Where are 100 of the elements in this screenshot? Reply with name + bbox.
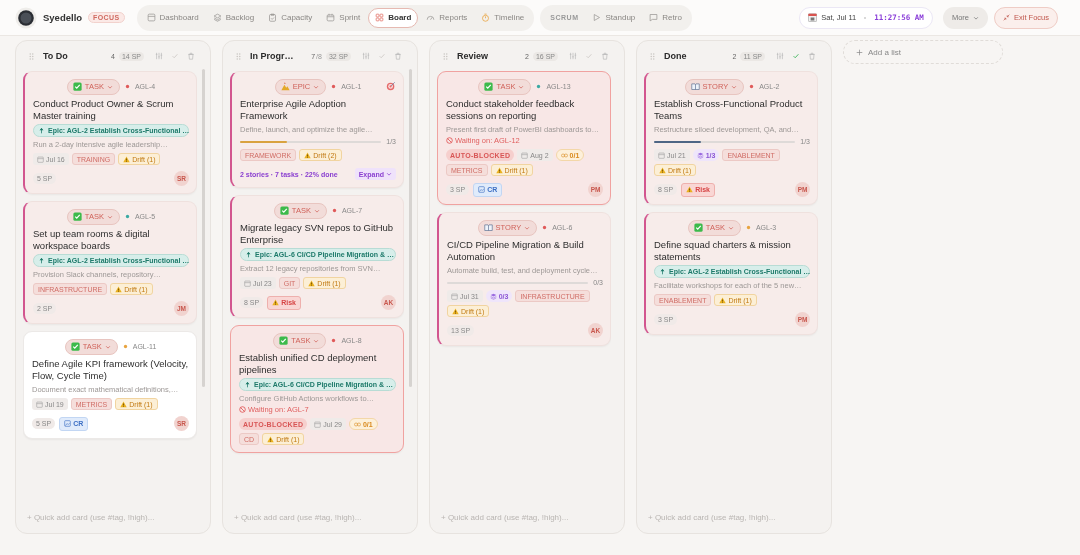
checkbox-icon — [484, 82, 494, 91]
calendar-icon — [326, 13, 336, 22]
arrow-up-icon — [245, 381, 250, 388]
gauge-icon — [426, 13, 436, 22]
calendar-icon — [244, 279, 251, 287]
card-title: CI/CD Pipeline Migration & Build Automation — [447, 239, 585, 263]
drag-handle-icon[interactable] — [443, 51, 448, 61]
nav-tab[interactable]: Dashboard — [140, 7, 205, 28]
trash-icon[interactable] — [601, 52, 609, 60]
warning-icon — [686, 186, 694, 193]
warning-icon — [495, 166, 503, 174]
caret-icon — [727, 224, 734, 231]
stopwatch-icon — [481, 13, 491, 22]
warning-icon — [267, 435, 275, 443]
scrollbar[interactable] — [409, 69, 412, 387]
chat-icon — [649, 13, 659, 22]
book-icon — [483, 223, 493, 232]
caret-icon — [313, 83, 320, 90]
sliders-icon[interactable] — [776, 52, 784, 60]
card-title: Set up team rooms & digital workspace boards — [33, 228, 151, 252]
drag-handle-icon[interactable] — [29, 51, 34, 61]
sliders-icon[interactable] — [155, 52, 163, 60]
play-icon — [592, 13, 602, 22]
column-title: Review — [457, 51, 490, 61]
arrow-up-icon — [246, 251, 251, 258]
sliders-icon[interactable] — [362, 52, 370, 60]
warning-icon — [123, 155, 131, 163]
warning-icon — [719, 296, 727, 304]
warning-icon — [304, 151, 312, 159]
caret-icon — [104, 343, 111, 350]
nav-tab[interactable]: Capacity — [262, 7, 319, 28]
calendar-icon — [36, 400, 43, 408]
grid-icon — [375, 13, 385, 22]
caret-icon — [313, 207, 320, 214]
warning-icon — [452, 307, 459, 315]
target-icon — [386, 81, 396, 91]
arrow-up-icon — [660, 268, 665, 275]
brand-name: Syedello — [43, 12, 83, 23]
trash-icon[interactable] — [808, 52, 816, 60]
trash-icon[interactable] — [187, 52, 195, 60]
nav-tab[interactable]: Board — [368, 7, 419, 28]
check-icon[interactable] — [171, 52, 179, 60]
warning-icon — [308, 279, 316, 287]
link-icon — [353, 420, 361, 428]
nav-tab[interactable]: Retro — [643, 7, 688, 28]
link-icon — [560, 151, 568, 159]
caret-icon — [973, 14, 979, 21]
layers-icon — [696, 151, 704, 159]
warning-icon — [659, 166, 666, 174]
logo — [15, 6, 37, 29]
check-icon[interactable] — [792, 52, 800, 60]
column-title: To Do — [43, 51, 69, 61]
warning-icon — [272, 299, 280, 306]
arrow-up-icon — [39, 257, 44, 264]
column-title: Done — [664, 51, 688, 61]
checkbox-icon — [693, 223, 703, 232]
nav-tab[interactable]: Backlog — [206, 7, 261, 28]
clipboard-icon — [268, 13, 278, 22]
card-title: Define squad charters & mission statements — [654, 239, 792, 263]
caret-icon — [386, 171, 392, 177]
card-title: Enterprise Agile Adoption Framework — [240, 98, 348, 122]
caret-icon — [524, 224, 531, 231]
drag-handle-icon[interactable] — [236, 51, 241, 61]
warning-icon — [120, 400, 128, 408]
window-icon — [146, 13, 156, 22]
checkbox-icon — [279, 336, 289, 345]
checkbox-icon — [72, 212, 82, 221]
no-entry-icon — [239, 406, 246, 413]
sliders-icon[interactable] — [569, 52, 577, 60]
checkbox-icon — [70, 342, 80, 351]
no-entry-icon — [446, 137, 453, 144]
caret-icon — [518, 83, 525, 90]
card-title: Migrate legacy SVN repos to GitHub Enterprise — [240, 222, 395, 246]
book-icon — [690, 82, 700, 91]
column-title: In Progr… — [250, 51, 295, 61]
checkbox-icon — [72, 82, 82, 91]
warning-icon — [115, 285, 123, 293]
trash-icon[interactable] — [394, 52, 402, 60]
layers-icon — [489, 292, 497, 300]
scrollbar[interactable] — [202, 69, 205, 387]
check-icon[interactable] — [585, 52, 593, 60]
caret-icon — [731, 83, 738, 90]
nav-tab[interactable]: Sprint — [320, 7, 367, 28]
calendar-icon — [808, 13, 818, 22]
calendar-icon — [451, 292, 458, 300]
check-icon[interactable] — [378, 52, 386, 60]
card-title: Establish unified CD deployment pipelines — [239, 352, 378, 376]
card-title: Establish Cross-Functional Product Teams — [654, 98, 804, 122]
calendar-icon — [314, 420, 322, 428]
image-icon — [64, 420, 72, 427]
checkbox-icon — [279, 206, 289, 215]
card-title: Conduct Product Owner & Scrum Master training — [33, 98, 175, 122]
nav-tab[interactable]: Standup — [586, 7, 642, 28]
drag-handle-icon[interactable] — [650, 51, 655, 61]
caret-icon — [313, 337, 320, 344]
nav-tab[interactable]: Reports — [420, 7, 474, 28]
arrow-up-icon — [39, 127, 44, 134]
nav-tab[interactable]: Timeline — [475, 7, 531, 28]
caret-icon — [106, 83, 113, 90]
layers-icon — [212, 13, 222, 22]
